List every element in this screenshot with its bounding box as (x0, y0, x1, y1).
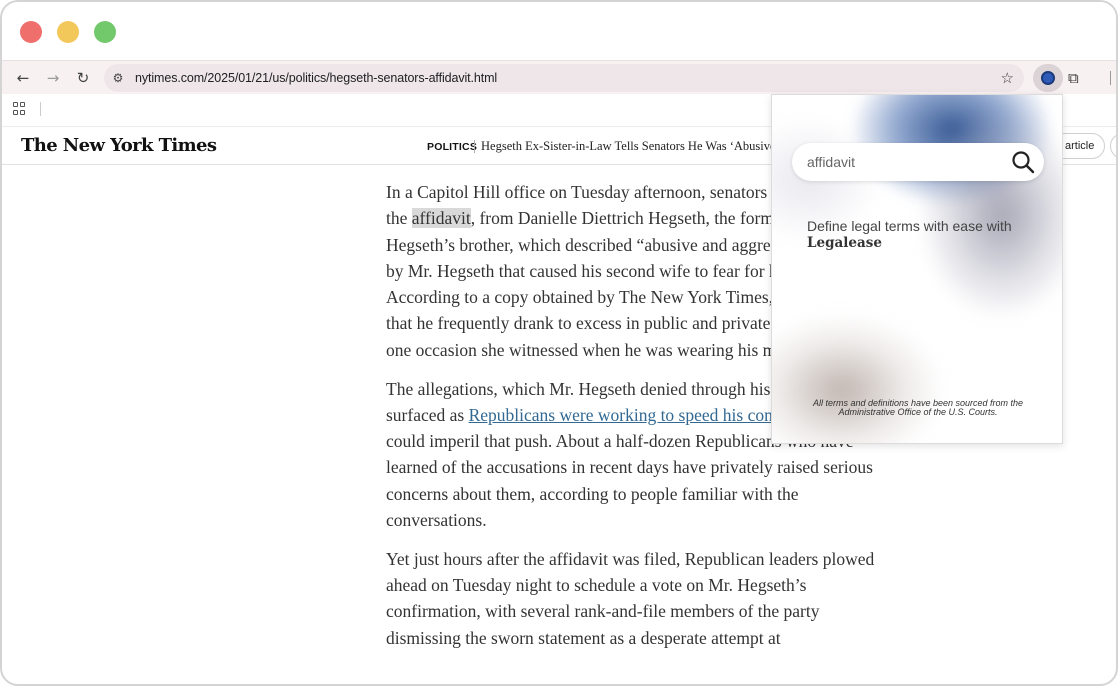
section-label[interactable]: POLITICS (427, 141, 477, 153)
extensions-puzzle-icon[interactable]: ⧉ (1068, 69, 1086, 87)
header-divider (474, 140, 475, 153)
forward-arrow-icon[interactable]: → (44, 69, 62, 87)
browser-toolbar: ← → ↻ ⚙ nytimes.com/2025/01/21/us/politi… (2, 60, 1116, 94)
url-text[interactable]: nytimes.com/2025/01/21/us/politics/hegse… (135, 71, 497, 85)
term-search-input[interactable]: affidavit (807, 154, 855, 170)
popup-tagline: Define legal terms with ease with (807, 218, 1012, 234)
term-search-box[interactable]: affidavit (792, 143, 1044, 181)
legalease-extension-button[interactable] (1033, 64, 1063, 92)
highlighted-term[interactable]: affidavit (411, 208, 471, 229)
source-note: All terms and definitions have been sour… (812, 398, 1024, 417)
search-icon[interactable] (1010, 149, 1036, 175)
toolbar-divider (1110, 71, 1111, 85)
header-headline: Hegseth Ex-Sister-in-Law Tells Senators … (481, 139, 781, 153)
comments-button[interactable] (1110, 133, 1116, 159)
legalease-logo-icon (1041, 71, 1055, 85)
browser-window: ← → ↻ ⚙ nytimes.com/2025/01/21/us/politi… (0, 0, 1118, 686)
title-bar (2, 2, 1116, 60)
bookmark-star-icon[interactable]: ☆ (1001, 69, 1014, 87)
maximize-window-button[interactable] (94, 21, 116, 43)
reload-icon[interactable]: ↻ (74, 69, 92, 87)
site-info-icon[interactable]: ⚙ (110, 70, 126, 86)
apps-grid-icon[interactable] (13, 102, 27, 116)
bookmarks-divider (40, 102, 41, 116)
address-bar[interactable]: ⚙ nytimes.com/2025/01/21/us/politics/heg… (104, 64, 1024, 92)
article-paragraph: Yet just hours after the affidavit was f… (386, 548, 875, 648)
legalease-popup: affidavit Define legal terms with ease w… (771, 94, 1063, 444)
brand-name: Legalease (807, 235, 882, 251)
nyt-logo[interactable]: The New York Times (21, 135, 217, 156)
minimize-window-button[interactable] (57, 21, 79, 43)
back-arrow-icon[interactable]: ← (14, 69, 32, 87)
close-window-button[interactable] (20, 21, 42, 43)
